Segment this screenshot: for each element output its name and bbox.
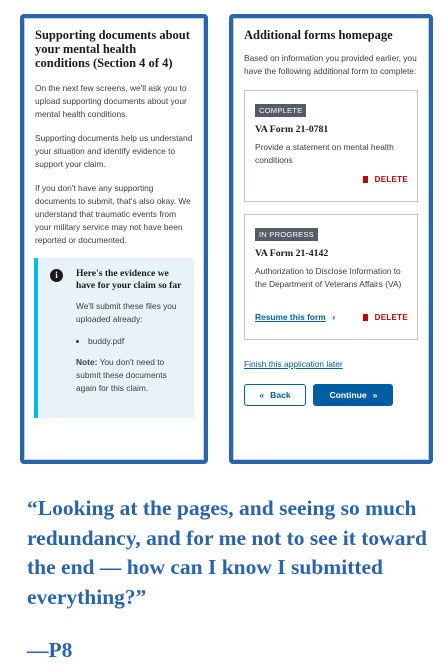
navigation-buttons: « Back Continue »: [244, 384, 418, 406]
alert-text: We'll submit these files you uploaded al…: [76, 301, 177, 324]
form-description: Provide a statement on mental health con…: [255, 142, 394, 165]
chevron-right-icon: ›: [332, 312, 336, 322]
supporting-documents-screen: Supporting documents about your mental h…: [20, 14, 208, 464]
delete-label: DELETE: [374, 313, 408, 322]
form-card-21-4142: IN PROGRESS VA Form 21-4142 Authorizatio…: [244, 214, 418, 340]
resume-label: Resume this form: [255, 312, 326, 322]
evidence-alert: i Here's the evidence we have for your c…: [34, 258, 194, 418]
form-name: VA Form 21-4142: [255, 248, 329, 259]
trash-icon: [362, 314, 368, 321]
participant-quote: “Looking at the pages, and seeing so muc…: [27, 496, 427, 609]
delete-label: DELETE: [374, 175, 408, 184]
form-card-21-0781: COMPLETE VA Form 21-0781 Provide a state…: [244, 90, 418, 202]
resume-form-link[interactable]: Resume this form ›: [255, 307, 335, 325]
note-label: Note:: [76, 357, 98, 367]
page-title: Additional forms homepage: [244, 28, 393, 42]
form-name: VA Form 21-0781: [255, 124, 329, 135]
delete-button[interactable]: DELETE: [362, 307, 408, 325]
info-icon: i: [50, 269, 63, 282]
status-badge: COMPLETE: [255, 104, 307, 117]
trash-icon: [362, 176, 368, 183]
finish-later-link[interactable]: Finish this application later: [244, 354, 418, 372]
intro-paragraph: Based on information you provided earlie…: [244, 53, 417, 76]
alert-note: Note: You don't need to submit these doc…: [76, 356, 184, 395]
uploaded-file: buddy.pdf: [88, 335, 184, 347]
double-chevron-right-icon: »: [372, 390, 378, 400]
back-button[interactable]: « Back: [244, 384, 306, 406]
finish-later-label: Finish this application later: [244, 359, 343, 369]
help-paragraph: Supporting documents help us understand …: [35, 133, 193, 169]
back-label: Back: [270, 390, 291, 400]
no-documents-paragraph: If you don't have any supporting documen…: [35, 183, 191, 245]
delete-button[interactable]: DELETE: [362, 169, 408, 187]
additional-forms-screen: Additional forms homepage Based on infor…: [229, 14, 433, 464]
double-chevron-left-icon: «: [259, 390, 265, 400]
uploaded-files-list: buddy.pdf: [76, 335, 184, 347]
continue-label: Continue: [329, 390, 367, 400]
continue-button[interactable]: Continue »: [313, 384, 394, 406]
intro-paragraph: On the next few screens, we'll ask you t…: [35, 83, 187, 119]
status-badge: IN PROGRESS: [255, 228, 318, 241]
alert-title: Here's the evidence we have for your cla…: [76, 268, 182, 291]
form-description: Authorization to Disclose Information to…: [255, 266, 402, 289]
page-title: Supporting documents about your mental h…: [35, 28, 190, 70]
quote-attribution: —P8: [27, 638, 73, 662]
